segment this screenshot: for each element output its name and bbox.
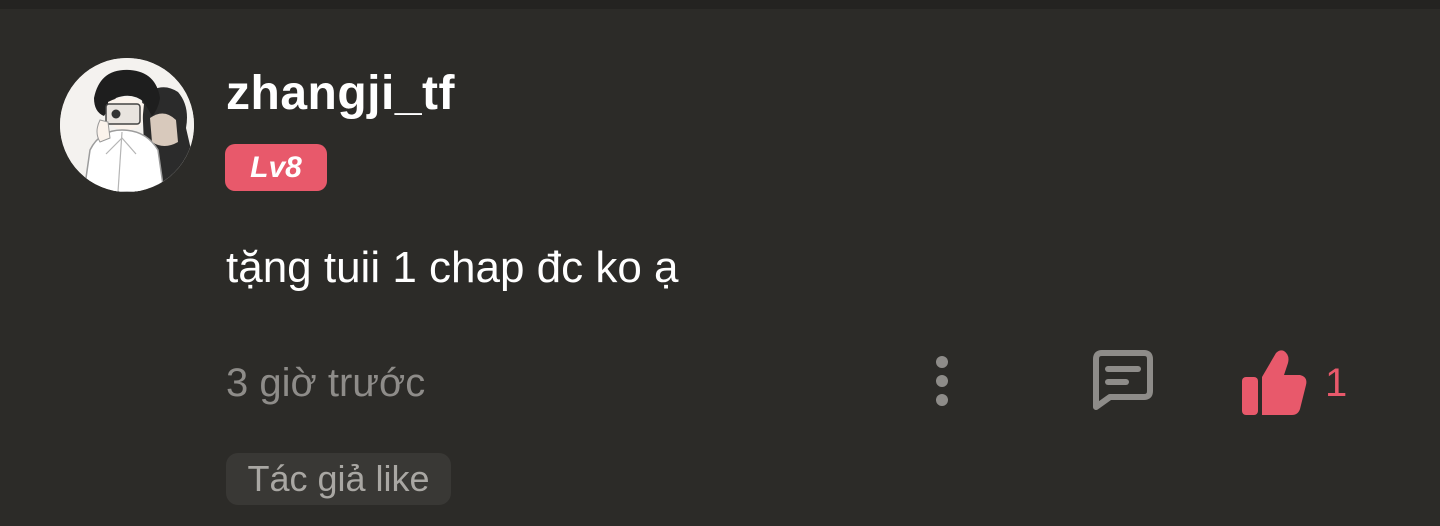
top-divider: [0, 0, 1440, 9]
comment-text: tặng tuii 1 chap đc ko ạ: [226, 243, 679, 292]
like-count: 1: [1325, 361, 1348, 405]
thumbs-up-icon: [1242, 350, 1307, 415]
avatar[interactable]: [60, 58, 194, 192]
comment-reply-icon: [1093, 350, 1153, 410]
timestamp: 3 giờ trước: [226, 361, 426, 405]
comment-item: zhangji_tf Lv8 tặng tuii 1 chap đc ko ạ …: [0, 9, 1440, 526]
like-button[interactable]: [1238, 347, 1308, 419]
author-liked-badge: Tác giả like: [226, 453, 451, 505]
more-options-button[interactable]: [922, 351, 962, 411]
username[interactable]: zhangji_tf: [226, 66, 455, 121]
avatar-illustration: [60, 58, 194, 192]
level-badge: Lv8: [225, 144, 327, 191]
more-vertical-icon: [936, 356, 948, 406]
reply-button[interactable]: [1088, 349, 1156, 411]
